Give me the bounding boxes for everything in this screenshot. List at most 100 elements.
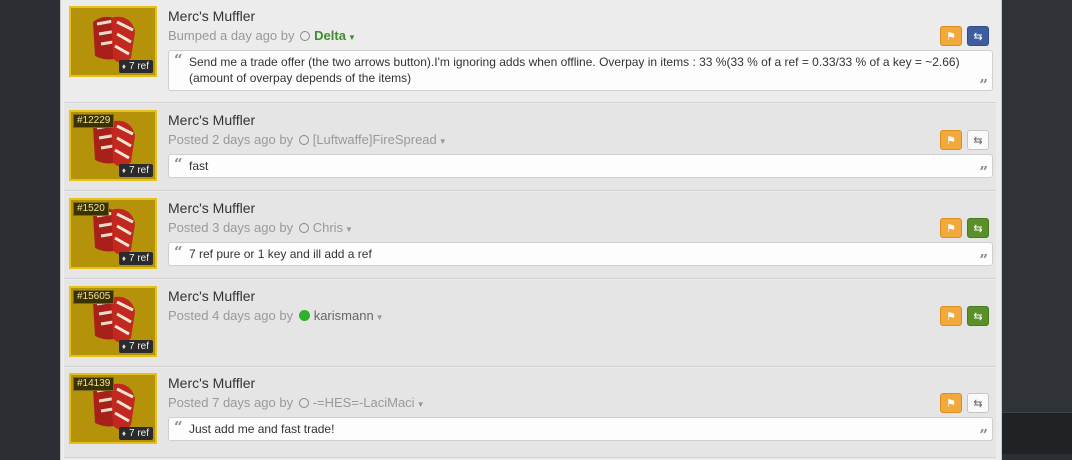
offline-status-icon — [298, 135, 309, 145]
flag-icon: ⚑ — [946, 31, 956, 43]
tag-icon: ♦ — [121, 62, 126, 71]
item-name[interactable]: Merc's Muffler — [168, 200, 255, 216]
price-label: 7 ref — [128, 61, 149, 72]
trade-offer-button[interactable]: ⇆ — [967, 130, 989, 150]
chevron-down-icon[interactable]: ▼ — [376, 313, 384, 322]
flag-icon: ⚑ — [946, 398, 956, 410]
quote-close-icon: ” — [979, 251, 988, 269]
listing-time: 2 days ago — [212, 132, 276, 147]
quote-close-icon: ” — [979, 76, 988, 94]
listing-time: 3 days ago — [212, 220, 276, 235]
by-label: by — [279, 308, 294, 323]
listing-time: 7 days ago — [212, 395, 276, 410]
listing-meta: Posted 2 days ago by [Luftwaffe]FireSpre… — [168, 132, 447, 147]
offline-status-icon — [298, 223, 309, 233]
offline-status-icon — [298, 398, 309, 408]
two-arrows-exchange-icon: ⇆ — [973, 31, 983, 43]
user-link[interactable]: Chris — [313, 220, 343, 235]
tag-icon: ♦ — [121, 342, 126, 351]
report-flag-button[interactable]: ⚑ — [940, 393, 962, 413]
item-id-badge: #1520 — [73, 202, 109, 216]
listing-message: “ 7 ref pure or 1 key and ill add a ref … — [168, 242, 993, 269]
chevron-down-icon[interactable]: ▼ — [417, 400, 425, 409]
two-arrows-exchange-icon: ⇆ — [973, 223, 983, 235]
flag-icon: ⚑ — [946, 223, 956, 235]
report-flag-button[interactable]: ⚑ — [940, 26, 962, 46]
status-verb: Posted — [168, 132, 209, 147]
by-label: by — [279, 132, 294, 147]
report-flag-button[interactable]: ⚑ — [940, 218, 962, 238]
item-thumbnail[interactable]: #1520 ♦ 7 ref — [69, 198, 157, 269]
by-label: by — [280, 28, 295, 43]
item-id-badge: #14139 — [73, 377, 115, 391]
item-id-badge: #12229 — [73, 114, 115, 128]
listing-row: ♦ 7 ref Merc's Muffler Bumped a day ago b… — [64, 0, 996, 103]
price-badge: ♦ 7 ref — [118, 164, 153, 177]
offline-status-icon — [300, 31, 311, 41]
listing-meta: Posted 7 days ago by -=HES=-LaciMaci ▼ — [168, 395, 425, 410]
item-thumbnail[interactable]: #12229 ♦ 7 ref — [69, 110, 157, 181]
item-name[interactable]: Merc's Muffler — [168, 112, 255, 128]
listing-row: #14139 ♦ 7 ref Merc's Muffler Posted 7 da… — [64, 368, 996, 458]
listing-message: “ Send me a trade offer (the two arrows … — [168, 50, 993, 94]
listing-meta: Bumped a day ago by Delta ▼ — [168, 28, 356, 43]
item-thumbnail[interactable]: #14139 ♦ 7 ref — [69, 373, 157, 444]
tag-icon: ♦ — [121, 429, 126, 438]
quote-close-icon: ” — [979, 163, 988, 181]
message-text: Just add me and fast trade! — [189, 422, 335, 436]
price-label: 7 ref — [128, 428, 149, 439]
chevron-down-icon[interactable]: ▼ — [345, 225, 353, 234]
report-flag-button[interactable]: ⚑ — [940, 130, 962, 150]
two-arrows-exchange-icon: ⇆ — [973, 135, 983, 147]
status-verb: Posted — [168, 308, 209, 323]
flag-icon: ⚑ — [946, 135, 956, 147]
message-text: fast — [189, 159, 209, 173]
price-badge: ♦ 7 ref — [118, 340, 153, 353]
item-name[interactable]: Merc's Muffler — [168, 288, 255, 304]
by-label: by — [279, 220, 294, 235]
listing-message: “ fast ” — [168, 154, 993, 181]
online-status-icon — [298, 310, 310, 321]
item-name[interactable]: Merc's Muffler — [168, 375, 255, 391]
status-verb: Posted — [168, 395, 209, 410]
listing-meta: Posted 4 days ago by karismann ▼ — [168, 308, 384, 323]
trade-offer-button[interactable]: ⇆ — [967, 26, 989, 46]
price-badge: ♦ 7 ref — [118, 427, 153, 440]
item-thumbnail[interactable]: ♦ 7 ref — [69, 6, 157, 77]
status-verb: Bumped — [168, 28, 217, 43]
listing-meta: Posted 3 days ago by Chris ▼ — [168, 220, 353, 235]
trade-offer-button[interactable]: ⇆ — [967, 393, 989, 413]
message-text: Send me a trade offer (the two arrows bu… — [189, 55, 960, 85]
status-verb: Posted — [168, 220, 209, 235]
item-name[interactable]: Merc's Muffler — [168, 8, 255, 24]
two-arrows-exchange-icon: ⇆ — [973, 398, 983, 410]
user-link[interactable]: [Luftwaffe]FireSpread — [313, 132, 437, 147]
footer-block — [1000, 412, 1072, 454]
quote-open-icon: “ — [174, 51, 183, 69]
message-text: 7 ref pure or 1 key and ill add a ref — [189, 247, 372, 261]
quote-open-icon: “ — [174, 155, 183, 173]
user-link[interactable]: -=HES=-LaciMaci — [313, 395, 415, 410]
quote-open-icon: “ — [174, 243, 183, 261]
trade-offer-button[interactable]: ⇆ — [967, 218, 989, 238]
report-flag-button[interactable]: ⚑ — [940, 306, 962, 326]
chevron-down-icon[interactable]: ▼ — [439, 137, 447, 146]
user-link[interactable]: karismann — [314, 308, 374, 323]
price-label: 7 ref — [128, 253, 149, 264]
page-background-right — [1000, 0, 1072, 454]
listing-row: #15605 ♦ 7 ref Merc's Muffler Posted 4 da… — [64, 280, 996, 367]
quote-open-icon: “ — [174, 418, 183, 436]
item-thumbnail[interactable]: #15605 ♦ 7 ref — [69, 286, 157, 357]
listing-time: 4 days ago — [212, 308, 276, 323]
tag-icon: ♦ — [121, 166, 126, 175]
trade-offer-button[interactable]: ⇆ — [967, 306, 989, 326]
price-badge: ♦ 7 ref — [118, 60, 153, 73]
chevron-down-icon[interactable]: ▼ — [348, 33, 356, 42]
listing-row: #12229 ♦ 7 ref Merc's Muffler Posted 2 da… — [64, 104, 996, 191]
by-label: by — [279, 395, 294, 410]
price-label: 7 ref — [128, 165, 149, 176]
quote-close-icon: ” — [979, 426, 988, 444]
user-link[interactable]: Delta — [314, 28, 346, 43]
tag-icon: ♦ — [121, 254, 126, 263]
listing-message: “ Just add me and fast trade! ” — [168, 417, 993, 444]
